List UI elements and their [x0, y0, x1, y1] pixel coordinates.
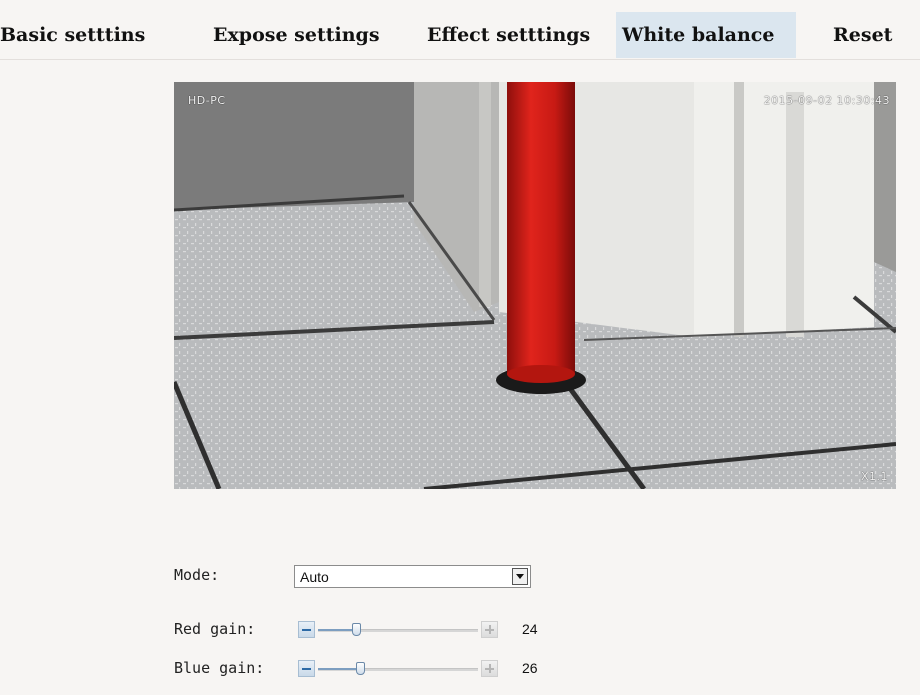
dropdown-arrow-icon[interactable] [512, 568, 528, 585]
red-gain-label: Red gain: [174, 620, 256, 638]
red-gain-value: 24 [522, 621, 538, 637]
tab-effect-settings[interactable]: Effect setttings [427, 12, 590, 58]
tab-basic-settings[interactable]: Basic setttins [0, 12, 145, 58]
tab-reset[interactable]: Reset [833, 12, 892, 58]
camera-scene-image [174, 82, 896, 489]
blue-gain-thumb[interactable] [355, 662, 365, 675]
camera-name-overlay: HD-PC [188, 94, 226, 107]
red-gain-increase-button[interactable] [481, 621, 498, 638]
blue-gain-slider[interactable] [298, 658, 498, 680]
camera-preview: HD-PC 2015-09-02 10:30:43 X1.1 [174, 82, 896, 489]
red-gain-slider[interactable] [298, 619, 498, 641]
tab-expose-settings[interactable]: Expose settings [213, 12, 380, 58]
timestamp-overlay: 2015-09-02 10:30:43 [763, 94, 890, 107]
mode-label: Mode: [174, 566, 220, 584]
blue-gain-value: 26 [522, 660, 538, 676]
tab-white-balance[interactable]: White balance [616, 12, 796, 58]
blue-gain-increase-button[interactable] [481, 660, 498, 677]
red-gain-track[interactable] [318, 623, 478, 636]
tab-bar: Basic setttins Expose settings Effect se… [0, 0, 920, 60]
red-gain-decrease-button[interactable] [298, 621, 315, 638]
blue-gain-decrease-button[interactable] [298, 660, 315, 677]
blue-gain-track[interactable] [318, 662, 478, 675]
red-gain-thumb[interactable] [352, 623, 362, 636]
zoom-level-overlay: X1.1 [860, 470, 888, 483]
mode-select-value: Auto [300, 569, 329, 585]
mode-select[interactable]: Auto [294, 565, 531, 588]
blue-gain-label: Blue gain: [174, 659, 265, 677]
